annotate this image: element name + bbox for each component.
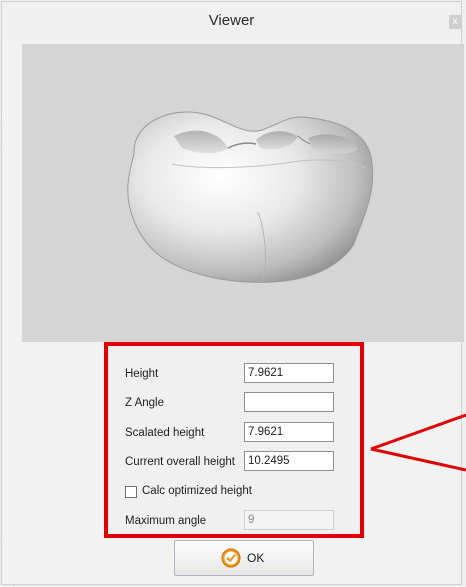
window-title: Viewer: [208, 12, 255, 29]
tooth-model-3d: [127, 111, 374, 283]
ok-button-label: OK: [247, 551, 265, 565]
parameters-panel: Height Z Angle Scalated height Current o…: [104, 342, 364, 538]
maximum-angle-label: Maximum angle: [125, 515, 207, 527]
ok-button[interactable]: OK: [174, 540, 314, 576]
z-angle-field[interactable]: [244, 392, 334, 412]
3d-viewport[interactable]: [22, 44, 464, 342]
close-button[interactable]: x: [449, 15, 461, 29]
height-field[interactable]: [244, 363, 334, 383]
calc-optimized-height-checkbox[interactable]: [125, 486, 137, 498]
maximum-angle-field: [244, 510, 334, 530]
scalated-height-field[interactable]: [244, 422, 334, 442]
z-angle-label: Z Angle: [125, 397, 164, 409]
check-circle-icon: [221, 548, 241, 568]
current-overall-height-field[interactable]: [244, 451, 334, 471]
current-overall-height-label: Current overall height: [125, 456, 235, 468]
title-bar[interactable]: Viewer x: [2, 2, 461, 40]
scalated-height-label: Scalated height: [125, 427, 205, 439]
calc-optimized-height-label[interactable]: Calc optimized height: [142, 485, 252, 497]
height-label: Height: [125, 368, 159, 380]
